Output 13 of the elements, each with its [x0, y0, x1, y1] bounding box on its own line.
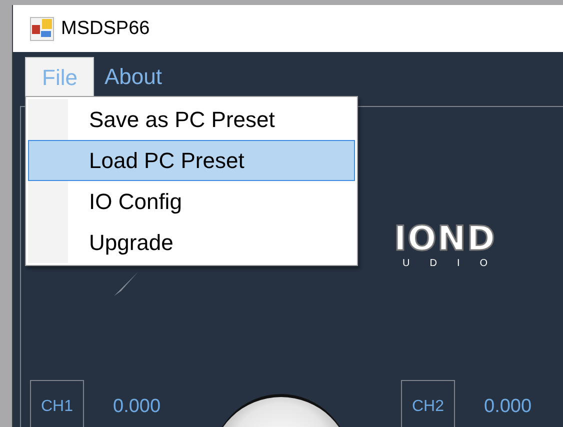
- channel-value: 0.000: [484, 396, 533, 418]
- menu-item[interactable]: About: [94, 57, 172, 97]
- window-title: MSDSP66: [61, 18, 150, 40]
- logo-subtitle: UDIO: [402, 258, 508, 269]
- menu-option[interactable]: Upgrade: [28, 222, 355, 263]
- menu-option[interactable]: IO Config: [28, 181, 355, 222]
- menu-option[interactable]: Save as PC Preset: [28, 99, 355, 140]
- channel-value: 0.000: [113, 396, 162, 418]
- channel-label: CH1: [30, 380, 84, 427]
- app-icon: [30, 16, 54, 40]
- menu-option[interactable]: Load PC Preset: [28, 140, 355, 181]
- logo-text: IOND: [394, 222, 496, 256]
- channel-label: CH2: [401, 380, 455, 427]
